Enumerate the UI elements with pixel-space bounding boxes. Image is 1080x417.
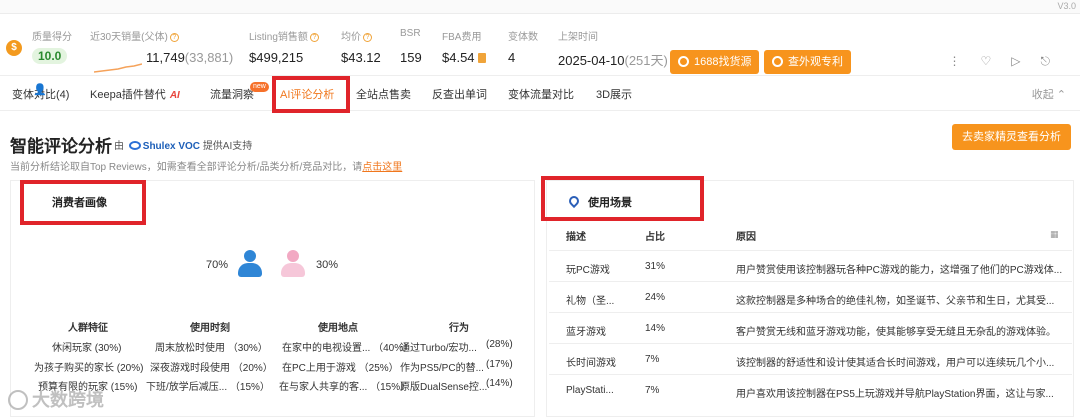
table-row: 礼物（圣... 24% 这款控制器是多种场合的绝佳礼物，如圣诞节、父亲节和生日，…: [549, 281, 1072, 312]
version-label: V3.0: [1057, 1, 1076, 11]
stat-variants: 变体数 4: [508, 32, 538, 65]
male-percent: 70%: [206, 259, 229, 271]
col-time: 使用时刻: [190, 323, 230, 334]
tab-reverse-keywords[interactable]: 反查出单词: [432, 86, 487, 102]
help-icon[interactable]: ?: [309, 33, 319, 42]
link-icon: [678, 56, 689, 67]
watermark: 大数跨境: [8, 386, 104, 412]
behavior-pct-cell: (17%): [486, 359, 513, 370]
col-description: 描述: [566, 232, 586, 243]
tab-keepa[interactable]: Keepa插件替代 AI: [90, 86, 180, 102]
stat-price: 均价? $43.12: [341, 32, 381, 65]
video-icon[interactable]: ▷: [1011, 54, 1040, 68]
highlight-box: [272, 76, 350, 113]
users-icon: 👤: [33, 84, 47, 96]
page-title: 智能评论分析: [10, 137, 112, 156]
tab-traffic-insight[interactable]: 流量洞察: [210, 86, 254, 102]
provider-byline: 由 Shulex VOC 提供AI支持: [114, 141, 253, 152]
col-reason: 原因: [736, 232, 756, 243]
calculator-icon[interactable]: [478, 53, 487, 63]
behavior-pct-cell: (14%): [486, 378, 513, 389]
heart-icon[interactable]: ♡: [981, 54, 1012, 68]
col-behavior: 行为: [449, 323, 469, 334]
new-badge: new: [250, 82, 269, 92]
search-icon: [772, 56, 783, 67]
help-icon[interactable]: ?: [363, 33, 372, 42]
sales-trend-sparkline: [94, 63, 142, 73]
stat-bsr: BSR 159: [400, 28, 422, 65]
time-cell: 深夜游戏时段使用 （20%）: [150, 363, 273, 374]
behavior-cell: 原版DualSense控...: [400, 382, 488, 393]
view-analysis-button[interactable]: 去卖家精灵查看分析: [952, 124, 1071, 150]
subtitle: 当前分析结论取自Top Reviews，如需查看全部评论分析/品类分析/竞品对比…: [10, 162, 403, 173]
behavior-pct-cell: (28%): [486, 339, 513, 350]
place-cell: 在家中的电视设置... （40%）: [282, 343, 414, 354]
share-icon[interactable]: ⎋: [1041, 54, 1071, 68]
col-crowd: 人群特征: [68, 323, 108, 334]
quality-score-badge: 10.0: [32, 48, 68, 64]
stat-listing-sales: Listing销售额? $499,215: [249, 28, 319, 65]
highlight-box: [541, 176, 704, 221]
time-cell: 下班/放学后减压... （15%）: [146, 382, 270, 393]
collapse-button[interactable]: 收起 ⌃: [1032, 86, 1066, 102]
toolbar-icons: ⋮♡▷⎋: [949, 54, 1071, 69]
highlight-box: [20, 180, 146, 225]
col-place: 使用地点: [318, 323, 358, 334]
behavior-cell: 作为PS5/PC的替...: [400, 363, 484, 374]
place-cell: 在与家人共享的客... （15%）: [279, 382, 411, 393]
crowd-cell: 休闲玩家 (30%): [52, 343, 122, 354]
place-cell: 在PC上用于游戏 （25%）: [282, 363, 399, 374]
tab-all-sites[interactable]: 全站点售卖: [356, 86, 411, 102]
table-row: 长时间游戏 7% 该控制器的舒适性和设计使其适合长时间游戏，用户可以连续玩几个小…: [549, 343, 1072, 374]
check-patent-button[interactable]: 查外观专利: [764, 50, 851, 74]
find-1688-source-button[interactable]: 1688找货源: [670, 50, 760, 74]
crowd-cell: 为孩子购买的家长 (20%): [34, 363, 144, 374]
help-icon[interactable]: ?: [169, 33, 179, 42]
stat-quality: 质量得分 10.0: [32, 32, 72, 64]
watermark-logo-icon: [8, 390, 28, 410]
more-icon[interactable]: ⋮: [949, 54, 981, 68]
behavior-cell: 通过Turbo/宏功...: [400, 343, 477, 354]
shulex-logo-icon: [128, 141, 141, 150]
male-avatar-icon: [238, 250, 262, 280]
product-stats-bar: $ 质量得分 10.0 近30天销量(父体)? 11,749(33,881) L…: [0, 14, 1080, 76]
stat-fba: FBA费用 $4.54: [442, 28, 487, 65]
top-strip: V3.0: [0, 0, 1080, 14]
click-here-link[interactable]: 点击这里: [362, 162, 402, 173]
table-row: PlayStati... 7% 用户喜欢用该控制器在PS5上玩游戏并导航Play…: [549, 374, 1072, 405]
ai-mark: AI: [169, 90, 180, 101]
col-ratio: 占比: [645, 232, 665, 243]
feature-tabs: 变体对比(4) Keepa插件替代 AI 流量洞察 new AI评论分析 全站点售…: [0, 76, 1080, 111]
extension-logo-icon[interactable]: $: [6, 40, 22, 56]
tab-variant-traffic[interactable]: 变体流量对比: [508, 86, 574, 102]
table-row: 蓝牙游戏 14% 客户赞赏无线和蓝牙游戏功能，使其能够享受无缝且无杂乱的游戏体验…: [549, 312, 1072, 343]
time-cell: 周末放松时使用 （30%）: [155, 343, 268, 354]
table-row: 玩PC游戏 31% 用户赞赏使用该控制器玩各种PC游戏的能力，这增强了他们的PC…: [549, 250, 1072, 281]
stat-launch: 上架时间 2025-04-10(251天): [558, 32, 668, 68]
female-avatar-icon: [281, 250, 305, 280]
stat-sales30: 近30天销量(父体)? 11,749(33,881): [90, 32, 234, 65]
column-settings-icon[interactable]: ▦: [1050, 229, 1059, 240]
tab-3d-view[interactable]: 3D展示: [596, 86, 632, 102]
female-percent: 30%: [316, 259, 339, 271]
